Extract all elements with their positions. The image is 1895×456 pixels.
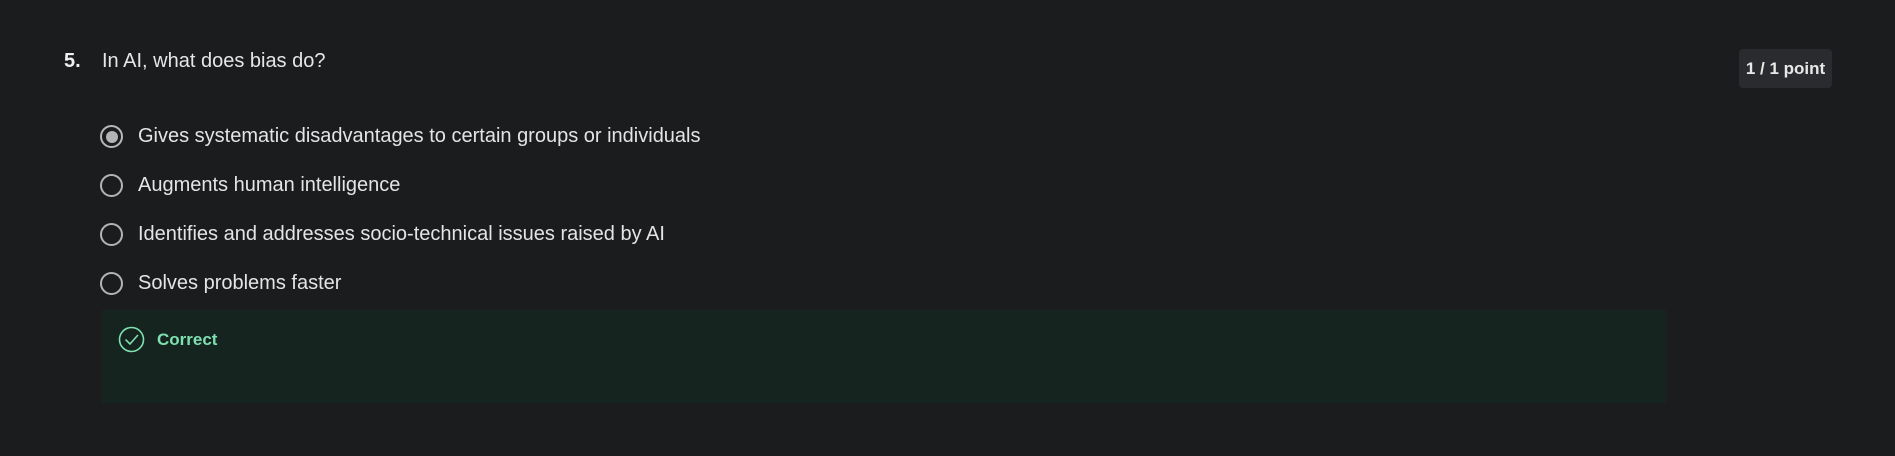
radio-button-selected[interactable]: [100, 125, 123, 148]
option-label: Solves problems faster: [138, 272, 342, 294]
feedback-row: Correct: [118, 326, 1666, 353]
option-1[interactable]: Gives systematic disadvantages to certai…: [100, 112, 701, 161]
option-label: Gives systematic disadvantages to certai…: [138, 125, 701, 147]
question-number: 5.: [64, 50, 81, 72]
radio-button[interactable]: [100, 272, 123, 295]
option-4[interactable]: Solves problems faster: [100, 259, 701, 308]
radio-button[interactable]: [100, 223, 123, 246]
radio-button[interactable]: [100, 174, 123, 197]
feedback-panel: Correct: [102, 310, 1666, 403]
question-header: 5. In AI, what does bias do?: [64, 50, 326, 73]
points-badge: 1 / 1 point: [1739, 49, 1832, 88]
option-label: Augments human intelligence: [138, 174, 401, 196]
option-label: Identifies and addresses socio-technical…: [138, 223, 665, 245]
check-circle-icon: [118, 326, 145, 353]
option-3[interactable]: Identifies and addresses socio-technical…: [100, 210, 701, 259]
option-2[interactable]: Augments human intelligence: [100, 161, 701, 210]
question-text: In AI, what does bias do?: [102, 50, 326, 72]
answer-options: Gives systematic disadvantages to certai…: [100, 112, 701, 308]
radio-dot: [105, 130, 118, 143]
feedback-status: Correct: [157, 329, 218, 349]
